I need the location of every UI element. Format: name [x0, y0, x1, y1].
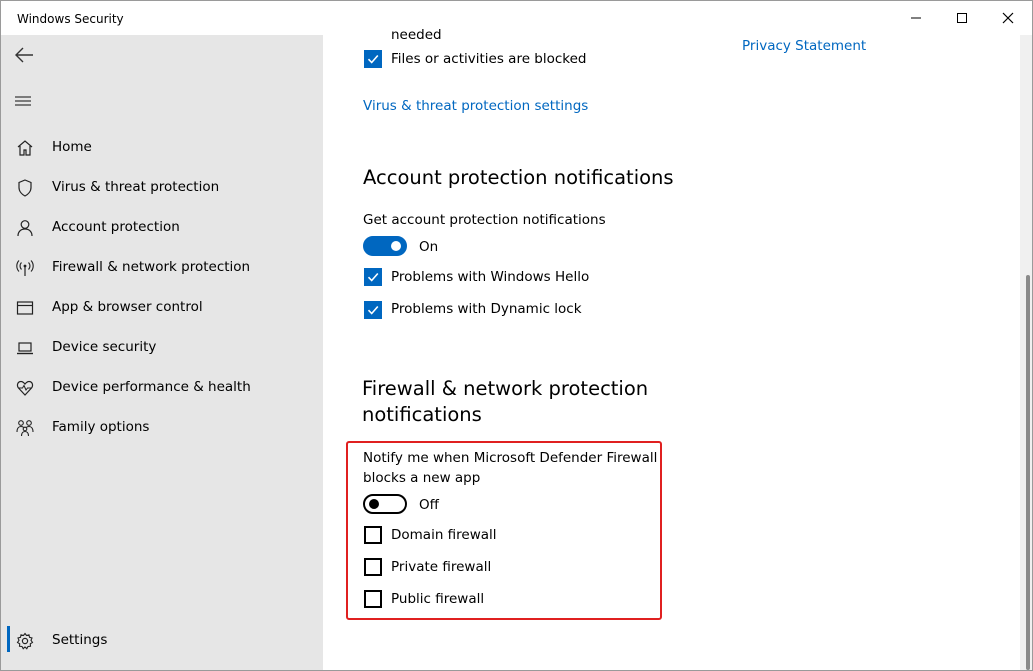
checkmark-icon [367, 54, 379, 64]
vertical-scrollbar[interactable] [1020, 35, 1032, 670]
sidebar-item-label: Device performance & health [52, 379, 251, 395]
domain-firewall-label: Domain firewall [391, 527, 497, 543]
toggle-knob [391, 241, 401, 251]
account-notifications-toggle[interactable] [363, 236, 407, 256]
private-firewall-checkbox[interactable] [364, 558, 382, 576]
dynamic-lock-label: Problems with Dynamic lock [391, 301, 582, 317]
hamburger-menu-icon[interactable] [15, 93, 33, 107]
windows-hello-checkbox[interactable] [364, 268, 382, 286]
maximize-icon [957, 13, 967, 23]
sidebar-item-device-security[interactable]: Device security [1, 330, 323, 366]
privacy-statement-link[interactable]: Privacy Statement [742, 38, 866, 54]
checkmark-icon [367, 305, 379, 315]
sidebar-item-app-browser-control[interactable]: App & browser control [1, 290, 323, 326]
sidebar-item-label: Device security [52, 339, 157, 355]
public-firewall-label: Public firewall [391, 591, 485, 607]
wifi-antenna-icon [15, 258, 35, 278]
firewall-description-line2: blocks a new app [363, 470, 481, 486]
heading-line: Firewall & network protection [362, 377, 649, 400]
firewall-description-line1: Notify me when Microsoft Defender Firewa… [363, 450, 658, 466]
sidebar-item-label: App & browser control [52, 299, 203, 315]
public-firewall-checkbox[interactable] [364, 590, 382, 608]
sidebar-item-virus-threat-protection[interactable]: Virus & threat protection [1, 170, 323, 206]
windows-hello-label: Problems with Windows Hello [391, 269, 590, 285]
account-toggle-state: On [419, 239, 439, 255]
toggle-knob [369, 499, 379, 509]
person-icon [15, 218, 35, 238]
laptop-icon [15, 338, 35, 358]
account-protection-heading: Account protection notifications [363, 166, 674, 189]
family-icon [15, 418, 35, 438]
files-blocked-checkbox[interactable] [364, 50, 382, 68]
account-notifications-description: Get account protection notifications [363, 212, 606, 228]
sidebar-item-label: Family options [52, 419, 150, 435]
cut-off-text: needed [391, 27, 442, 43]
dynamic-lock-checkbox[interactable] [364, 301, 382, 319]
selected-indicator [7, 626, 10, 652]
windows-security-window: Windows Security Home Virus & threat pro… [0, 0, 1033, 671]
sidebar-item-label: Settings [52, 632, 108, 648]
sidebar-item-account-protection[interactable]: Account protection [1, 210, 323, 246]
close-button[interactable] [985, 1, 1031, 35]
sidebar-item-family-options[interactable]: Family options [1, 410, 323, 446]
files-blocked-label: Files or activities are blocked [391, 51, 587, 67]
close-icon [1002, 12, 1014, 24]
heading-line: notifications [362, 403, 482, 426]
sidebar-item-label: Home [52, 139, 92, 155]
sidebar-item-firewall-network-protection[interactable]: Firewall & network protection [1, 250, 323, 286]
main-content: needed Files or activities are blocked P… [323, 27, 1032, 670]
private-firewall-label: Private firewall [391, 559, 492, 575]
heart-pulse-icon [15, 378, 35, 398]
scrollbar-thumb[interactable] [1026, 275, 1030, 670]
home-icon [15, 138, 35, 158]
shield-icon [15, 178, 35, 198]
sidebar: Home Virus & threat protection Account p… [1, 35, 323, 670]
virus-threat-settings-link[interactable]: Virus & threat protection settings [363, 98, 588, 114]
checkmark-icon [367, 272, 379, 282]
firewall-notifications-heading: Firewall & network protection notificati… [362, 376, 648, 428]
sidebar-item-home[interactable]: Home [1, 130, 323, 166]
firewall-notifications-toggle[interactable] [363, 494, 407, 514]
sidebar-item-label: Firewall & network protection [52, 259, 251, 275]
title-bar: Windows Security [1, 1, 1032, 35]
sidebar-item-label: Account protection [52, 219, 180, 235]
minimize-button[interactable] [893, 1, 939, 35]
back-arrow-icon[interactable] [13, 45, 35, 65]
firewall-toggle-state: Off [419, 497, 439, 513]
browser-window-icon [15, 298, 35, 318]
maximize-button[interactable] [939, 1, 985, 35]
gear-icon [15, 631, 35, 651]
minimize-icon [911, 17, 921, 19]
sidebar-item-settings[interactable]: Settings [1, 623, 323, 659]
domain-firewall-checkbox[interactable] [364, 526, 382, 544]
sidebar-item-device-performance-health[interactable]: Device performance & health [1, 370, 323, 406]
window-title: Windows Security [17, 12, 124, 26]
sidebar-item-label: Virus & threat protection [52, 179, 220, 195]
